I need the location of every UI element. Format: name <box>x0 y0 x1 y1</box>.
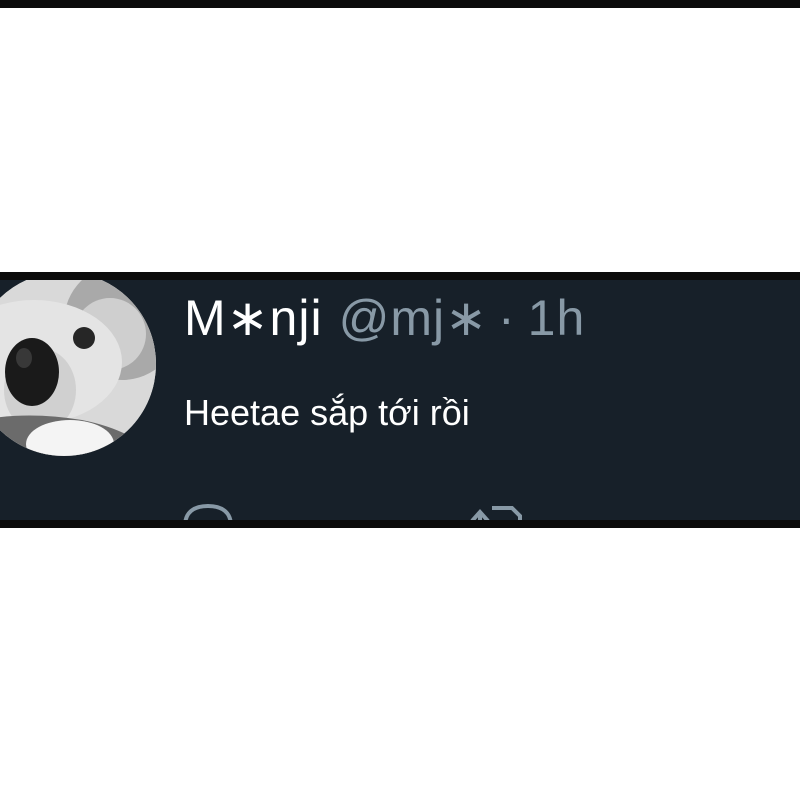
reply-icon[interactable] <box>178 500 238 520</box>
separator-dot: · <box>498 290 516 346</box>
koala-avatar[interactable] <box>0 280 156 456</box>
display-name[interactable]: M∗nji <box>184 290 323 346</box>
bottom-border <box>0 520 800 528</box>
koala-avatar-image <box>0 280 156 456</box>
user-handle[interactable]: @mj∗ <box>339 290 488 346</box>
tweet-text: Heetae sắp tới rồi <box>184 392 470 433</box>
tweet-timestamp[interactable]: 1h <box>528 290 586 346</box>
tweet-frame: M∗nji @mj∗ · 1h Heetae sắp tới rồi <box>0 272 800 528</box>
tweet-header: M∗nji @mj∗ · 1h <box>184 288 585 348</box>
top-border <box>0 0 800 8</box>
tweet-card[interactable]: M∗nji @mj∗ · 1h Heetae sắp tới rồi <box>0 280 800 520</box>
retweet-icon[interactable] <box>466 500 526 520</box>
meme-page: M∗nji @mj∗ · 1h Heetae sắp tới rồi <box>0 0 800 800</box>
